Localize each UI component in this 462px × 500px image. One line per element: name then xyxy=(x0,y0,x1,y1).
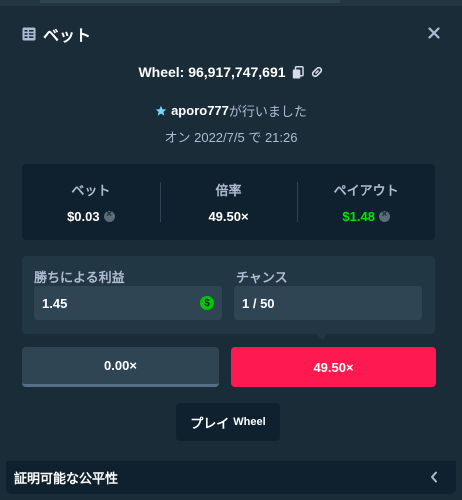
currency-coin-icon xyxy=(378,209,390,222)
username-link[interactable]: aporo777 xyxy=(171,103,229,118)
placed-by-suffix: が行いました xyxy=(228,104,307,119)
stat-bet-value: $0.03 xyxy=(67,209,100,224)
segment-0-button[interactable]: 0.00× xyxy=(22,347,219,387)
modal-title: ベット xyxy=(43,28,92,45)
play-wheel-button[interactable]: プレイ Wheel xyxy=(176,403,280,441)
chance-value: 1 / 50 xyxy=(242,295,275,311)
provably-fair-toggle[interactable]: 証明可能な公平性 xyxy=(6,461,456,494)
bet-details-modal: ベット Wheel: 96,917,747,691 aporo777 が行いまし… xyxy=(6,6,456,494)
stat-multiplier-value: 49.50× xyxy=(208,209,249,224)
stat-payout: ペイアウト $1.48 xyxy=(297,180,435,224)
panel-pointer xyxy=(316,334,328,340)
stat-bet-label: ベット xyxy=(71,183,111,198)
placed-by-line: aporo777 が行いました xyxy=(6,101,456,120)
profit-value: 1.45 xyxy=(42,295,68,311)
bet-info-panel: 勝ちによる利益 1.45 $ チャンス 1 / 50 xyxy=(22,256,435,334)
stat-multiplier: 倍率 49.50× xyxy=(159,180,298,224)
chevron-left-icon xyxy=(430,471,438,483)
modal-header: ベット xyxy=(6,6,456,62)
close-button[interactable] xyxy=(426,25,442,41)
dollar-coin-icon: $ xyxy=(200,296,214,310)
profit-field[interactable]: 1.45 $ xyxy=(34,286,222,320)
play-game: Wheel xyxy=(233,416,266,428)
stat-bet-value-row: $0.03 xyxy=(22,209,160,224)
bet-id-text: Wheel: 96,917,747,691 xyxy=(138,64,286,80)
link-icon xyxy=(311,66,322,78)
copy-icon xyxy=(292,65,304,78)
currency-coin-icon xyxy=(103,209,115,222)
star-icon xyxy=(155,105,167,117)
background-faint-text xyxy=(40,0,340,3)
chance-field[interactable]: 1 / 50 xyxy=(234,286,422,320)
stat-payout-value: $1.48 xyxy=(342,209,375,224)
close-icon xyxy=(428,27,440,39)
stat-bet: ベット $0.03 xyxy=(22,180,160,224)
profit-label: 勝ちによる利益 xyxy=(34,270,125,285)
chance-label: チャンス xyxy=(236,270,288,285)
bet-date: オン 2022/7/5 で 21:26 xyxy=(164,130,298,145)
stats-panel: ベット $0.03 倍率 49.50× ペイアウト $1.48 xyxy=(22,164,435,240)
play-label: プレイ xyxy=(190,415,230,431)
stat-payout-value-row: $1.48 xyxy=(297,209,435,224)
stat-multiplier-value-row: 49.50× xyxy=(160,209,298,224)
stat-payout-label: ペイアウト xyxy=(333,183,399,198)
stat-multiplier-label: 倍率 xyxy=(215,183,242,198)
copy-button[interactable] xyxy=(292,65,304,79)
bet-slip-icon xyxy=(22,27,36,41)
segment-49-button[interactable]: 49.50× xyxy=(231,347,436,387)
bet-id-line: Wheel: 96,917,747,691 xyxy=(6,64,456,80)
link-button[interactable] xyxy=(310,65,324,79)
provably-fair-label: 証明可能な公平性 xyxy=(14,471,119,486)
